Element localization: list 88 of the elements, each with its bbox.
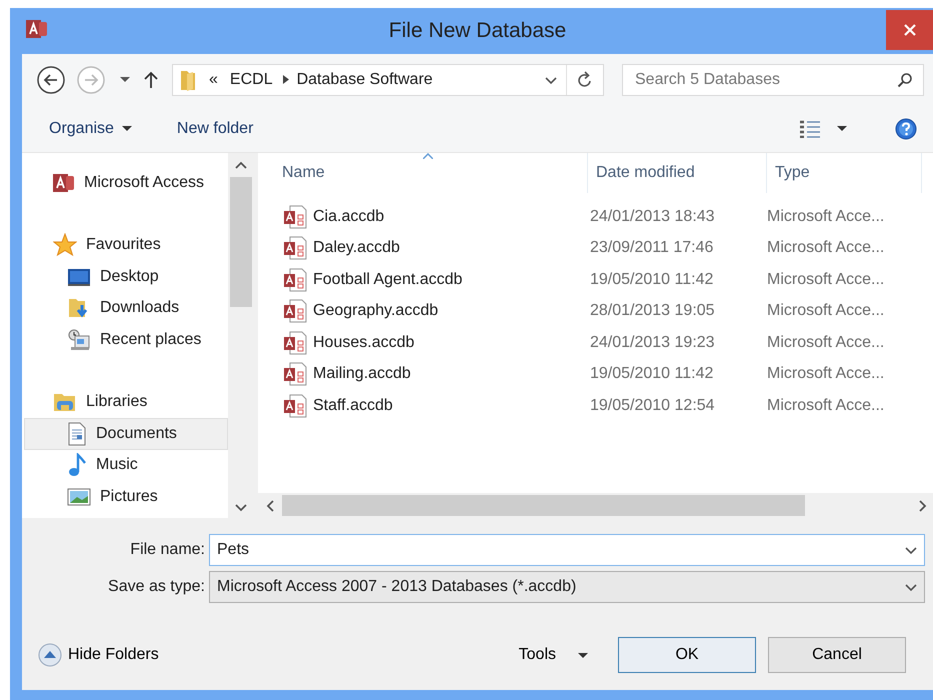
file-type: Microsoft Acce... — [767, 332, 884, 353]
hide-folders-button[interactable]: Hide Folders — [38, 643, 159, 667]
file-date: 24/01/2013 18:43 — [589, 206, 716, 227]
document-icon — [67, 422, 87, 446]
file-date: 23/09/2011 17:46 — [589, 238, 714, 258]
chevron-left-icon — [266, 500, 274, 512]
access-file-icon — [283, 394, 307, 418]
file-name[interactable]: Geography.accdb — [313, 299, 438, 324]
details-view-icon — [799, 120, 821, 138]
scrollbar-thumb[interactable] — [230, 177, 252, 307]
up-button[interactable] — [144, 70, 158, 88]
chevron-right-icon — [919, 500, 927, 512]
star-icon — [53, 233, 77, 258]
sidebar-item[interactable]: Libraries — [24, 386, 228, 418]
dialog-button[interactable]: Cancel — [768, 637, 906, 673]
access-file-icon — [283, 362, 307, 386]
file-type: Microsoft Acce... — [767, 206, 884, 227]
music-note-icon — [67, 453, 87, 478]
file-date: 19/05/2010 12:54 — [589, 396, 716, 416]
file-date: 19/05/2010 11:42 — [589, 270, 714, 290]
column-header[interactable]: Date modified — [588, 153, 767, 193]
file-date: 19/05/2010 11:42 — [589, 364, 714, 384]
recent-places-icon — [67, 328, 91, 352]
chevron-right-icon — [282, 75, 289, 84]
file-name[interactable]: Staff.accdb — [313, 394, 393, 418]
overflow-marker[interactable]: « — [209, 68, 218, 92]
sidebar-item[interactable]: Recent places — [24, 324, 228, 356]
organise-menu-button[interactable]: Organise — [49, 112, 132, 144]
file-name[interactable]: Mailing.accdb — [313, 362, 411, 386]
dialog-button[interactable]: OK — [618, 637, 756, 673]
help-icon — [895, 118, 917, 140]
breadcrumb-item[interactable]: Database Software — [296, 68, 433, 92]
breadcrumb-item[interactable]: ECDL — [230, 68, 273, 92]
pictures-icon — [67, 486, 91, 507]
chevron-up-icon — [235, 161, 247, 169]
access-file-icon — [283, 299, 307, 324]
search-field[interactable]: Search 5 Databases — [622, 64, 924, 96]
caret-icon — [837, 126, 847, 131]
sidebar-item[interactable]: Favourites — [24, 230, 228, 261]
access-file-icon — [283, 268, 307, 292]
access-file-icon — [283, 236, 307, 260]
sidebar-item[interactable]: Music — [24, 450, 228, 481]
file-type-dropdown[interactable]: Microsoft Access 2007 - 2013 Databases (*.accdb) — [209, 571, 925, 603]
caret-icon — [122, 126, 132, 131]
sidebar-item[interactable]: Documents — [24, 418, 228, 450]
access-file-icon — [283, 330, 307, 355]
tools-menu-button[interactable]: Tools — [518, 643, 588, 667]
file-name[interactable]: Houses.accdb — [313, 330, 414, 355]
back-button[interactable] — [36, 64, 66, 94]
search-icon — [897, 72, 913, 88]
sidebar-item[interactable]: Desktop — [24, 261, 228, 292]
chevron-down-icon — [235, 504, 247, 512]
sidebar-item[interactable]: Microsoft Access — [24, 167, 228, 198]
field-label: File name: — [129, 540, 206, 560]
field-label: Save as type: — [107, 577, 206, 597]
file-date: 24/01/2013 19:23 — [589, 332, 716, 353]
caret-icon — [120, 77, 130, 82]
file-type: Microsoft Acce... — [767, 396, 884, 416]
desktop-icon — [67, 266, 91, 287]
recent-locations-button[interactable] — [120, 77, 130, 82]
scrollbar-thumb[interactable] — [282, 495, 805, 516]
file-date: 28/01/2013 19:05 — [589, 301, 716, 322]
refresh-icon — [577, 70, 593, 88]
search-placeholder: Search 5 Databases — [635, 70, 780, 90]
file-name[interactable]: Daley.accdb — [313, 236, 400, 260]
up-arrow-icon — [144, 70, 158, 88]
file-name[interactable]: Cia.accdb — [313, 204, 384, 229]
library-folder-icon — [53, 391, 77, 414]
sidebar-item[interactable]: Downloads — [24, 292, 228, 324]
access-app-icon — [53, 172, 75, 194]
column-header[interactable]: Type — [767, 153, 922, 193]
access-app-icon — [26, 18, 48, 40]
file-type: Microsoft Acce... — [767, 364, 884, 384]
file-name[interactable]: Football Agent.accdb — [313, 268, 462, 292]
toolbar-button[interactable]: New folder — [176, 112, 254, 144]
file-type: Microsoft Acce... — [767, 301, 884, 322]
close-icon — [902, 23, 916, 37]
file-name-field[interactable]: Pets — [209, 534, 925, 566]
access-file-icon — [283, 204, 307, 229]
collapse-icon — [38, 643, 62, 667]
window-title: File New Database — [388, 18, 566, 44]
file-type: Microsoft Acce... — [767, 238, 884, 258]
file-type: Microsoft Acce... — [767, 270, 884, 290]
address-bar[interactable]: « ECDL Database Software — [172, 64, 604, 96]
column-header[interactable]: Name — [258, 153, 588, 193]
close-button[interactable] — [886, 10, 933, 50]
sidebar-item[interactable]: Pictures — [24, 481, 228, 512]
caret-icon — [578, 652, 588, 658]
